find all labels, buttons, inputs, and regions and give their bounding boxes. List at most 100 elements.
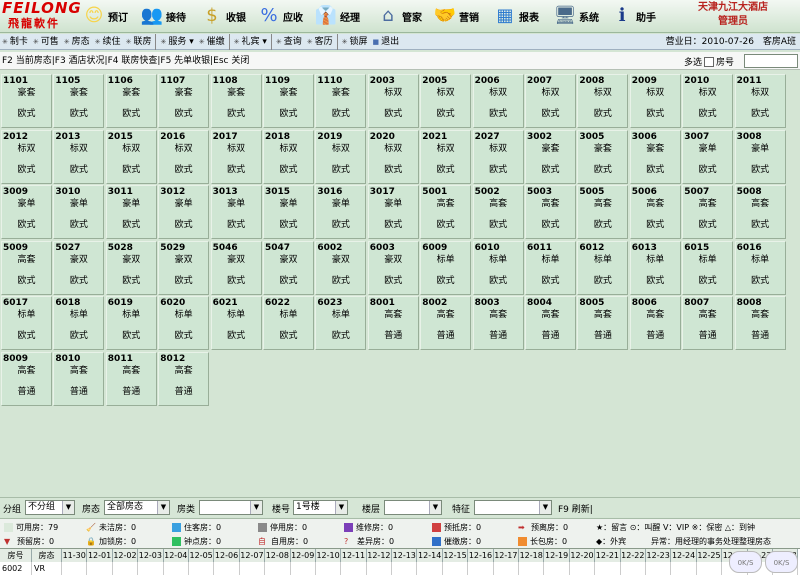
room-tile[interactable]: 2005 标双 欧式: [420, 74, 472, 128]
toolbar-button-reception[interactable]: 👥 接待: [140, 2, 186, 30]
room-tile[interactable]: 2006 标双 欧式: [472, 74, 524, 128]
menu-item-6[interactable]: 催缴: [197, 34, 228, 50]
room-tile[interactable]: 6020 标单 欧式: [158, 296, 210, 350]
room-tile[interactable]: 5046 豪双 欧式: [210, 240, 262, 295]
room-tile[interactable]: 3011 豪单 欧式: [105, 185, 157, 239]
room-tile[interactable]: 6013 标单 欧式: [629, 240, 681, 295]
room-tile[interactable]: 2013 标双 欧式: [53, 129, 105, 184]
room-tile[interactable]: 5047 豪双 欧式: [263, 240, 314, 295]
room-tile[interactable]: 5009 高套 欧式: [1, 240, 52, 295]
room-tile[interactable]: 5028 豪双 欧式: [105, 240, 157, 295]
room-tile[interactable]: 6023 标单 欧式: [315, 296, 367, 350]
room-tile[interactable]: 2010 标双 欧式: [682, 74, 734, 128]
toolbar-button-cashier[interactable]: $ 收银: [200, 2, 246, 30]
room-tile[interactable]: 2020 标双 欧式: [367, 129, 419, 184]
room-number-input[interactable]: [744, 54, 798, 68]
room-tile[interactable]: 2011 标双 欧式: [734, 74, 786, 128]
group-select[interactable]: 不分组 ▼: [25, 500, 75, 515]
menu-item-0[interactable]: 制卡: [0, 34, 31, 50]
room-tile[interactable]: 3012 豪单 欧式: [158, 185, 210, 239]
room-tile[interactable]: 6021 标单 欧式: [210, 296, 262, 350]
multi-select-checkbox[interactable]: [704, 56, 715, 67]
toolbar-button-report[interactable]: ▦ 报表: [493, 2, 539, 30]
room-tile[interactable]: 2018 标双 欧式: [263, 129, 314, 184]
multi-select[interactable]: 多选 房号: [684, 55, 734, 68]
room-tile[interactable]: 6016 标单 欧式: [734, 240, 786, 295]
room-tile[interactable]: 2012 标双 欧式: [1, 129, 52, 184]
room-tile[interactable]: 6002 豪双 欧式: [315, 240, 367, 295]
room-tile[interactable]: 1108 豪套 欧式: [210, 74, 262, 128]
room-tile[interactable]: 5003 高套 欧式: [525, 185, 576, 239]
room-tile[interactable]: 5005 高套 欧式: [577, 185, 629, 239]
toolbar-button-reservation[interactable]: 😊 预订: [82, 2, 128, 30]
room-tile[interactable]: 8007 高套 普通: [682, 296, 734, 350]
room-tile[interactable]: 3016 豪单 欧式: [315, 185, 367, 239]
room-tile[interactable]: 5006 高套 欧式: [629, 185, 681, 239]
building-select[interactable]: 1号楼 ▼: [293, 500, 348, 515]
room-tile[interactable]: 3008 豪单 欧式: [734, 129, 786, 184]
room-tile[interactable]: 8012 高套 普通: [158, 351, 210, 406]
room-tile[interactable]: 8006 高套 普通: [629, 296, 681, 350]
room-tile[interactable]: 6010 标单 欧式: [472, 240, 524, 295]
room-type-select[interactable]: ▼: [199, 500, 263, 515]
menu-item-11[interactable]: 退出: [371, 34, 403, 50]
room-tile[interactable]: 3010 豪单 欧式: [53, 185, 105, 239]
room-tile[interactable]: 2016 标双 欧式: [158, 129, 210, 184]
room-tile[interactable]: 3007 豪单 欧式: [682, 129, 734, 184]
room-tile[interactable]: 2021 标双 欧式: [420, 129, 472, 184]
room-tile[interactable]: 6015 标单 欧式: [682, 240, 734, 295]
status-select[interactable]: 全部房态 ▼: [104, 500, 170, 515]
room-tile[interactable]: 6009 标单 欧式: [420, 240, 472, 295]
room-tile[interactable]: 3005 豪套 欧式: [577, 129, 629, 184]
room-tile[interactable]: 1101 豪套 欧式: [1, 74, 52, 128]
room-tile[interactable]: 8009 高套 普通: [1, 351, 52, 406]
room-tile[interactable]: 8004 高套 普通: [525, 296, 576, 350]
room-tile[interactable]: 5008 高套 欧式: [734, 185, 786, 239]
toolbar-button-system[interactable]: 🖥 系统: [553, 2, 599, 30]
room-tile[interactable]: 1106 豪套 欧式: [105, 74, 157, 128]
room-tile[interactable]: 5027 豪双 欧式: [53, 240, 105, 295]
room-tile[interactable]: 2027 标双 欧式: [472, 129, 524, 184]
menu-item-1[interactable]: 可售: [31, 34, 62, 50]
room-tile[interactable]: 8003 高套 普通: [472, 296, 524, 350]
menu-item-2[interactable]: 房态: [62, 34, 93, 50]
forecast-row[interactable]: 6002 VR: [0, 562, 799, 575]
room-tile[interactable]: 1105 豪套 欧式: [53, 74, 105, 128]
room-tile[interactable]: 3009 豪单 欧式: [1, 185, 52, 239]
toolbar-button-info[interactable]: ℹ 助手: [610, 2, 656, 30]
room-tile[interactable]: 2003 标双 欧式: [367, 74, 419, 128]
room-tile[interactable]: 6019 标单 欧式: [105, 296, 157, 350]
room-tile[interactable]: 1107 豪套 欧式: [158, 74, 210, 128]
room-tile[interactable]: 3013 豪单 欧式: [210, 185, 262, 239]
menu-item-3[interactable]: 续住: [93, 34, 124, 50]
menu-item-9[interactable]: 客历: [305, 34, 336, 50]
room-tile[interactable]: 6011 标单 欧式: [525, 240, 576, 295]
room-tile[interactable]: 6012 标单 欧式: [577, 240, 629, 295]
room-tile[interactable]: 2008 标双 欧式: [577, 74, 629, 128]
room-tile[interactable]: 2015 标双 欧式: [105, 129, 157, 184]
toolbar-button-housekeeping[interactable]: ⌂ 管家: [376, 2, 422, 30]
room-tile[interactable]: 5029 豪双 欧式: [158, 240, 210, 295]
room-tile[interactable]: 6022 标单 欧式: [263, 296, 314, 350]
room-tile[interactable]: 5002 高套 欧式: [472, 185, 524, 239]
menu-item-8[interactable]: 查询: [270, 33, 305, 50]
room-tile[interactable]: 8005 高套 普通: [577, 296, 629, 350]
room-tile[interactable]: 3002 豪套 欧式: [525, 129, 576, 184]
room-tile[interactable]: 5001 高套 欧式: [420, 185, 472, 239]
room-tile[interactable]: 1109 豪套 欧式: [263, 74, 314, 128]
menu-item-7[interactable]: 礼宾 ▾: [228, 33, 270, 50]
room-tile[interactable]: 8008 高套 普通: [734, 296, 786, 350]
toolbar-button-manager[interactable]: 👔 经理: [314, 2, 360, 30]
room-tile[interactable]: 2019 标双 欧式: [315, 129, 367, 184]
feature-select[interactable]: ▼: [474, 500, 552, 515]
toolbar-button-marketing[interactable]: 🤝 营销: [433, 2, 479, 30]
room-tile[interactable]: 8002 高套 普通: [420, 296, 472, 350]
menu-item-5[interactable]: 服务 ▾: [155, 33, 196, 50]
toolbar-button-receivable[interactable]: % 应收: [257, 2, 303, 30]
room-tile[interactable]: 8010 高套 普通: [53, 351, 105, 406]
menu-item-4[interactable]: 联房: [124, 34, 155, 50]
room-tile[interactable]: 5007 高套 欧式: [682, 185, 734, 239]
room-tile[interactable]: 3015 豪单 欧式: [263, 185, 314, 239]
room-tile[interactable]: 1110 豪套 欧式: [315, 74, 367, 128]
room-tile[interactable]: 6018 标单 欧式: [53, 296, 105, 350]
